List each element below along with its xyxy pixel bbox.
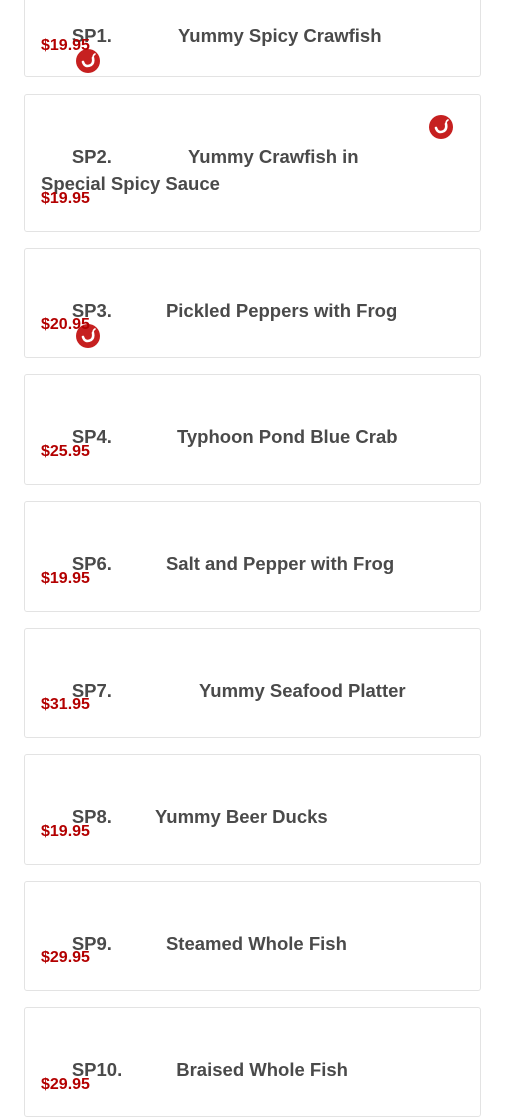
menu-item-title: SP10. Braised Whole Fish <box>41 1029 456 1110</box>
menu-item-price: $19.95 <box>41 570 90 587</box>
menu-item-card[interactable]: SP10. Braised Whole Fish $29.95 <box>24 1007 481 1117</box>
menu-item-title: SP8. Yummy Beer Ducks <box>41 776 456 857</box>
menu-item-card[interactable]: SP1. Yummy Spicy Crawfish $19.95 <box>24 0 481 77</box>
menu-item-list: SP1. Yummy Spicy Crawfish $19.95 SP2. Yumm… <box>0 0 510 1117</box>
menu-item-name: Yummy Seafood Platter <box>198 680 406 701</box>
menu-item-card[interactable]: SP3. Pickled Peppers with Frog $20.95 <box>24 248 481 358</box>
menu-item-name: Pickled Peppers with Frog <box>165 300 398 321</box>
menu-item-code: SP2. <box>71 146 112 167</box>
menu-item-price: $25.95 <box>41 443 90 460</box>
menu-item-title: SP9. Steamed Whole Fish <box>41 903 456 984</box>
menu-item-card[interactable]: SP7. Yummy Seafood Platter $31.95 <box>24 628 481 738</box>
menu-item-title: SP7. Yummy Seafood Platter <box>41 650 456 731</box>
menu-item-price: $29.95 <box>41 1076 90 1093</box>
menu-item-name: Yummy Beer Ducks <box>154 806 328 827</box>
menu-item-price: $20.95 <box>41 316 90 333</box>
menu-item-card[interactable]: SP6. Salt and Pepper with Frog $19.95 <box>24 501 481 612</box>
menu-item-card[interactable]: SP9. Steamed Whole Fish $29.95 <box>24 881 481 991</box>
menu-item-card[interactable]: SP2. Yummy Crawfish in Special Spicy Sauc… <box>24 94 481 232</box>
chili-pepper-icon <box>429 115 453 139</box>
menu-item-price: $31.95 <box>41 696 90 713</box>
menu-item-title: SP6. Salt and Pepper with Frog <box>41 523 456 604</box>
menu-item-name: Typhoon Pond Blue Crab <box>176 426 398 447</box>
menu-item-price: $19.95 <box>41 190 90 207</box>
menu-item-name: Yummy Spicy Crawfish <box>177 25 382 46</box>
menu-item-card[interactable]: SP4. Typhoon Pond Blue Crab $25.95 <box>24 374 481 485</box>
menu-item-name: Salt and Pepper with Frog <box>165 553 395 574</box>
menu-item-card[interactable]: SP8. Yummy Beer Ducks $19.95 <box>24 754 481 865</box>
menu-item-name: Braised Whole Fish <box>176 1059 348 1080</box>
menu-item-title: SP2. Yummy Crawfish in Special Spicy Sauc… <box>41 116 411 224</box>
menu-item-title: SP4. Typhoon Pond Blue Crab <box>41 396 456 477</box>
menu-item-price: $19.95 <box>41 823 90 840</box>
menu-item-name: Steamed Whole Fish <box>165 933 347 954</box>
menu-item-price: $19.95 <box>41 37 90 54</box>
menu-item-price: $29.95 <box>41 949 90 966</box>
